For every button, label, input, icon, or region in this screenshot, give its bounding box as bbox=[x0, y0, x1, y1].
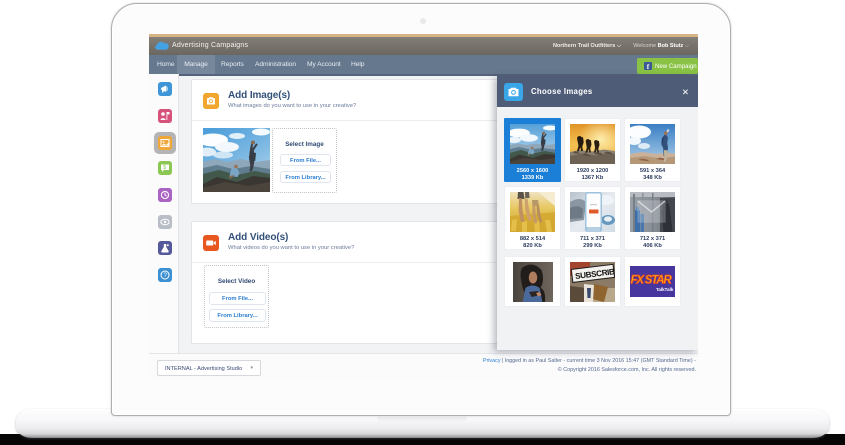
svg-text:TalkTalk: TalkTalk bbox=[656, 287, 674, 292]
svg-text:$: $ bbox=[163, 165, 166, 171]
svg-text:?: ? bbox=[163, 272, 167, 279]
svg-text:FX STAR: FX STAR bbox=[631, 275, 673, 287]
